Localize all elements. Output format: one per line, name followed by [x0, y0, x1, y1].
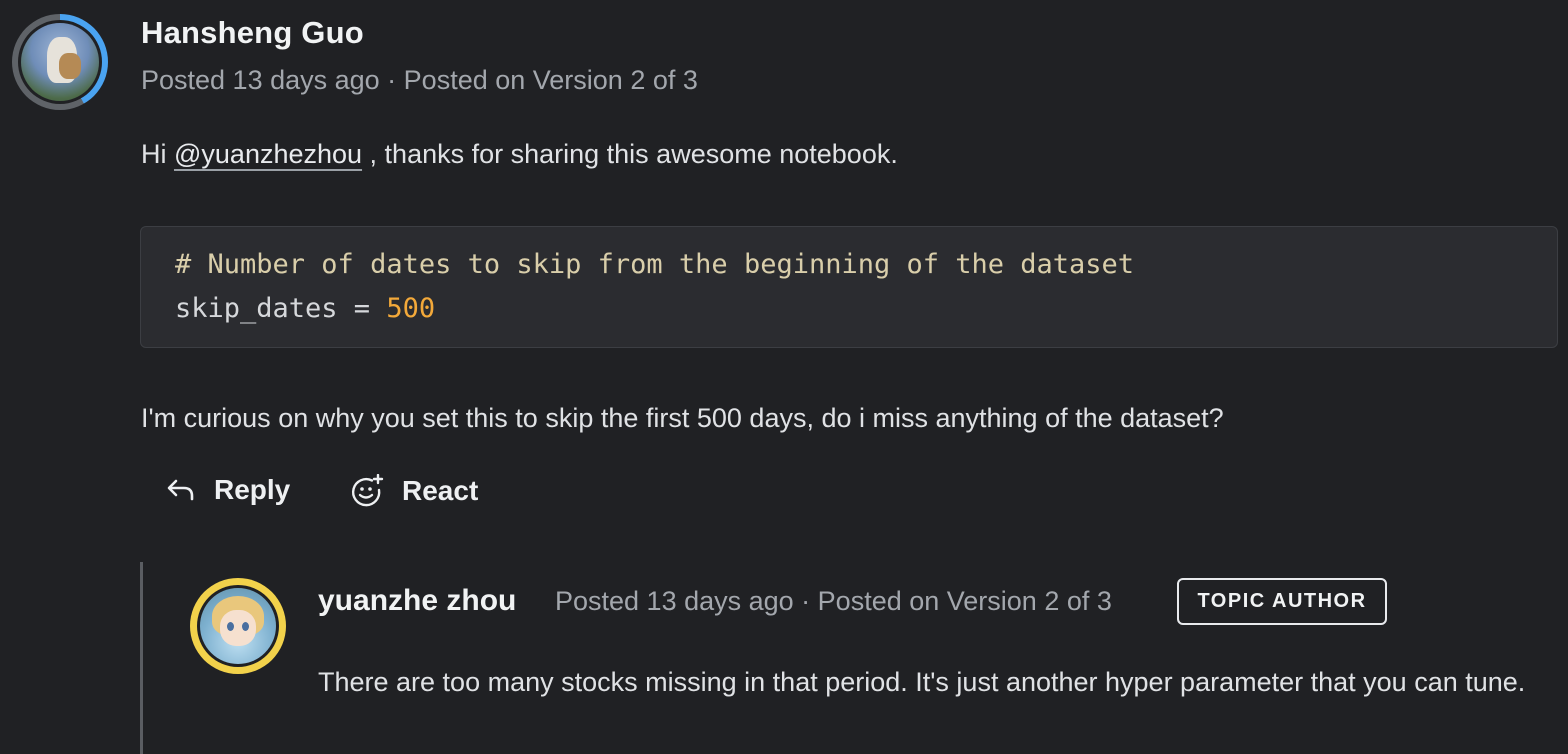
react-label: React — [402, 475, 479, 506]
add-emoji-icon — [351, 474, 384, 507]
greeting-suffix: , thanks for sharing this awesome notebo… — [362, 139, 898, 169]
code-block: # Number of dates to skip from the begin… — [140, 226, 1558, 348]
avatar-photo — [21, 23, 99, 101]
reply-avatar-ring-inner — [197, 585, 279, 667]
reply-label: Reply — [214, 474, 291, 505]
reply-text: There are too many stocks missing in tha… — [318, 667, 1526, 697]
code-number: 500 — [386, 293, 436, 324]
avatar-figure-detail — [59, 53, 81, 79]
reply-avatar-photo — [200, 588, 276, 664]
reply-meta: Posted 13 days ago · Posted on Version 2… — [555, 586, 1112, 616]
avatar-eye-right — [242, 622, 249, 631]
post-greeting: Hi @yuanzhezhou , thanks for sharing thi… — [141, 139, 898, 170]
code-comment: # Number of dates to skip from the begin… — [175, 249, 1135, 280]
greeting-prefix: Hi — [141, 139, 174, 169]
post-question: I'm curious on why you set this to skip … — [141, 403, 1224, 433]
thread-line — [140, 562, 143, 754]
reply-arrow-icon — [167, 479, 194, 501]
author-avatar[interactable] — [12, 14, 108, 110]
post-author-name[interactable]: Hansheng Guo — [141, 15, 364, 51]
code-variable: skip_dates = — [175, 293, 387, 324]
post-meta: Posted 13 days ago · Posted on Version 2… — [141, 65, 698, 95]
topic-author-badge: TOPIC AUTHOR — [1177, 578, 1387, 625]
reply-author-name[interactable]: yuanzhe zhou — [318, 584, 516, 618]
code-assignment: skip_dates = 500 — [175, 293, 435, 324]
reply-button[interactable]: Reply — [166, 474, 290, 506]
avatar-face — [220, 610, 256, 646]
user-mention-link[interactable]: @yuanzhezhou — [174, 139, 362, 169]
react-button[interactable]: React — [350, 474, 478, 508]
reply-author-avatar[interactable] — [190, 578, 286, 674]
avatar-ring-inner — [18, 20, 102, 104]
avatar-eye-left — [227, 622, 234, 631]
